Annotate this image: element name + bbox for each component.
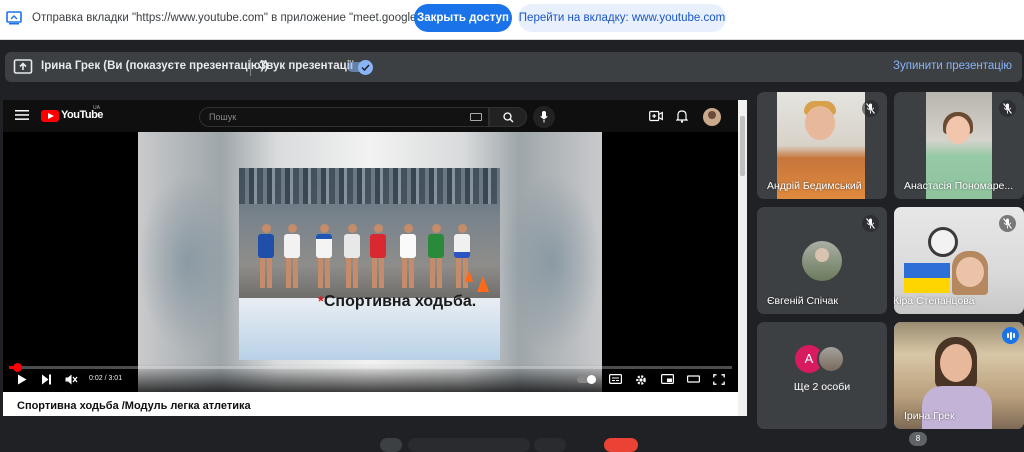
self-participant-tile[interactable]: Ірина Грек: [894, 322, 1024, 429]
settings-gear-icon[interactable]: [635, 374, 647, 386]
video-frame-slide: *Спортивна ходьба.: [138, 132, 602, 392]
theater-mode-icon[interactable]: [687, 374, 700, 384]
time-display: 0:02 / 3:01: [89, 375, 123, 382]
presentation-audio-toggle[interactable]: [347, 60, 373, 75]
youtube-header: YouTube UA Пошук: [3, 100, 747, 132]
presentation-bar: Ірина Грек (Ви (показуєте презентацію)) …: [5, 52, 1022, 82]
traffic-cone: [464, 270, 474, 282]
race-walker: [257, 224, 275, 288]
miniplayer-icon[interactable]: [661, 374, 674, 384]
search-icon: [503, 112, 514, 123]
fullscreen-icon[interactable]: [713, 374, 725, 385]
mic-off-indicator: [862, 215, 879, 232]
mic-off-indicator: [999, 100, 1016, 117]
tab-share-icon: [6, 11, 22, 25]
more-participants-avatars: А: [795, 345, 855, 373]
presentation-audio-label: Звук презентації: [259, 60, 354, 72]
region-code: UA: [93, 105, 100, 111]
slide-caption-text: Спортивна ходьба.: [323, 293, 477, 310]
slide-caption: *Спортивна ходьба.: [318, 293, 476, 311]
participant-tile[interactable]: Андрій Бедимський: [757, 92, 887, 199]
youtube-play-logo-icon: [41, 110, 59, 122]
video-title[interactable]: Спортивна ходьба /Модуль легка атлетика: [17, 400, 251, 412]
race-walker: [315, 224, 333, 288]
participant-photo-avatar: [817, 345, 845, 373]
create-video-icon[interactable]: [649, 110, 663, 122]
participant-name: Ірина Грек: [904, 410, 955, 422]
autoplay-toggle[interactable]: [577, 375, 596, 384]
race-walker: [369, 224, 387, 288]
video-title-bar: Спортивна ходьба /Модуль легка атлетика: [3, 392, 738, 416]
participant-count-badge: 8: [909, 432, 927, 446]
spectator-crowd: [239, 168, 500, 204]
leave-call-button[interactable]: [604, 438, 638, 452]
mic-off-indicator: [862, 100, 879, 117]
mic-off-icon: [1003, 103, 1012, 114]
speaking-indicator-icon: [1002, 327, 1019, 344]
hamburger-menu-icon[interactable]: [15, 109, 29, 121]
mic-off-indicator: [999, 215, 1016, 232]
toggle-knob: [358, 60, 373, 75]
control-button[interactable]: [408, 438, 530, 452]
race-walker: [399, 224, 417, 288]
participant-name: Євгеній Спічак: [767, 295, 838, 307]
participant-name: Анастасія Пономаре...: [904, 180, 1014, 192]
scrubber-handle[interactable]: [13, 363, 22, 372]
mic-off-icon: [1003, 218, 1012, 229]
presenter-label: Ірина Грек (Ви (показуєте презентацію)): [41, 60, 269, 72]
control-button[interactable]: [380, 438, 402, 452]
close-access-button[interactable]: Закрыть доступ: [414, 4, 512, 32]
blurred-right-edge: [502, 172, 602, 352]
traffic-cone: [477, 276, 489, 292]
keyboard-icon[interactable]: [470, 113, 482, 121]
goto-tab-button[interactable]: Перейти на вкладку: www.youtube.com: [518, 4, 726, 32]
voice-search-button[interactable]: [533, 106, 555, 128]
check-icon: [361, 64, 370, 71]
participant-name: Андрій Бедимський: [767, 180, 862, 192]
participant-name: Кіра Степанцова: [894, 295, 975, 307]
account-avatar[interactable]: [703, 108, 721, 126]
play-icon[interactable]: [17, 374, 27, 385]
divider: [250, 58, 251, 76]
youtube-search-button[interactable]: [489, 107, 527, 127]
shared-youtube-window: YouTube UA Пошук *Спортивна ходьба. 0:02…: [3, 100, 747, 416]
notifications-bell-icon[interactable]: [676, 109, 688, 123]
page-scrollbar[interactable]: [738, 100, 747, 416]
stop-presenting-button[interactable]: Зупинити презентацію: [893, 60, 1012, 72]
more-participants-tile[interactable]: А Ще 2 особи: [757, 322, 887, 429]
mic-off-icon: [866, 103, 875, 114]
participant-avatar: [802, 241, 842, 281]
blurred-left-edge: [138, 172, 238, 352]
present-screen-icon: [13, 59, 33, 74]
progress-bar[interactable]: [9, 363, 732, 372]
participant-tile[interactable]: Євгеній Спічак: [757, 207, 887, 314]
race-walker: [283, 224, 301, 288]
youtube-logo[interactable]: YouTube UA: [41, 105, 103, 123]
race-walkers-photo: [239, 168, 500, 298]
race-walker: [343, 224, 361, 288]
youtube-search-input[interactable]: Пошук: [199, 107, 489, 127]
scrollbar-thumb[interactable]: [740, 116, 745, 176]
microphone-icon: [540, 111, 548, 123]
player-controls: 0:02 / 3:01: [3, 363, 738, 392]
more-participants-label: Ще 2 особи: [793, 381, 851, 393]
subtitles-icon[interactable]: [609, 374, 622, 384]
next-video-icon[interactable]: [41, 374, 52, 385]
mic-off-icon: [866, 218, 875, 229]
video-player[interactable]: *Спортивна ходьба. 0:02 / 3:01: [3, 132, 738, 392]
control-button[interactable]: [534, 438, 566, 452]
race-walker: [427, 224, 445, 288]
volume-muted-icon[interactable]: [65, 374, 78, 385]
search-placeholder: Пошук: [209, 112, 237, 122]
share-message: Отправка вкладки "https://www.youtube.co…: [32, 12, 456, 24]
participant-tile[interactable]: Кіра Степанцова: [894, 207, 1024, 314]
participant-tile[interactable]: Анастасія Пономаре...: [894, 92, 1024, 199]
tab-share-banner: Отправка вкладки "https://www.youtube.co…: [0, 0, 1024, 40]
